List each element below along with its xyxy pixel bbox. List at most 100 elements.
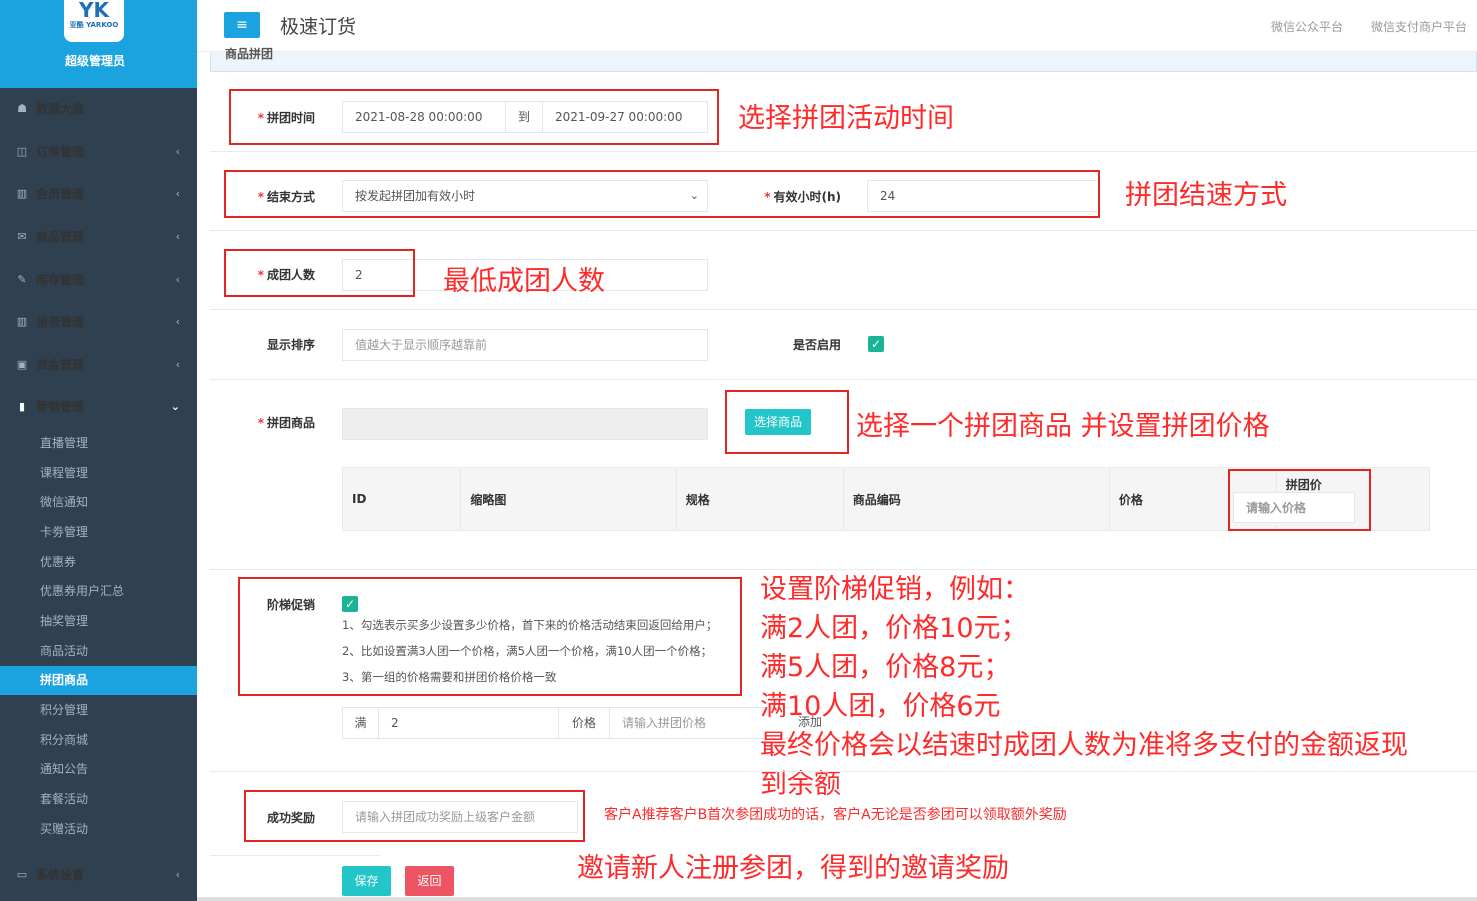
- annotation-box: [224, 170, 1100, 218]
- sidebar-subitem-group-buy[interactable]: 拼团商品: [0, 666, 197, 695]
- sidebar-item-label: 会员管理: [36, 187, 85, 201]
- sidebar-subitem-coupons[interactable]: 优惠券: [0, 548, 197, 577]
- sidebar-item-members[interactable]: ▥ 会员管理 ‹: [0, 173, 197, 215]
- tier-count-input[interactable]: 2: [378, 707, 559, 739]
- divider: [210, 230, 1477, 231]
- enabled-checkbox[interactable]: ✓: [868, 336, 884, 352]
- sidebar-item-finance[interactable]: ▣ 资金管理 ‹: [0, 344, 197, 386]
- report-icon: ▥: [16, 315, 28, 328]
- sidebar-subitem-product-activity[interactable]: 商品活动: [0, 637, 197, 666]
- main-content: 商品拼团 * 拼团时间 2021-08-28 00:00:00 到 2021-09…: [197, 47, 1477, 901]
- sidebar-subitem-cards[interactable]: 卡劵管理: [0, 518, 197, 547]
- annotation-reward-note: 客户A推荐客户B首次参团成功的话，客户A无论是否参团可以领取额外奖励: [604, 807, 1067, 823]
- brand-area: YK 亚酷 YARKOO 超级管理员: [0, 0, 197, 88]
- order-icon: ◫: [16, 145, 28, 158]
- annotation-box: [224, 249, 415, 297]
- finance-icon: ▣: [16, 358, 28, 371]
- sidebar-item-label: 营销管理: [36, 400, 85, 414]
- annotation-tier-line: 最终价格会以结速时成团人数为准将多支付的金额返现: [760, 730, 1408, 761]
- sidebar-item-label: 资金管理: [36, 358, 85, 372]
- sidebar-item-inventory[interactable]: ✎ 库存管理 ‹: [0, 259, 197, 301]
- user-role-title[interactable]: 超级管理员: [0, 52, 190, 69]
- sidebar-subitem-buy-gift[interactable]: 买赠活动: [0, 815, 197, 844]
- annotation-goods: 选择一个拼团商品 并设置拼团价格: [856, 411, 1270, 442]
- annotation-box: [244, 790, 585, 842]
- chevron-left-icon: ‹: [175, 187, 180, 200]
- enabled-label: 是否启用: [792, 338, 841, 352]
- annotation-box: [725, 390, 849, 454]
- annotation-group-size: 最低成团人数: [443, 266, 605, 297]
- divider: [210, 309, 1477, 310]
- save-button[interactable]: 保存: [342, 866, 391, 896]
- sidebar-item-label: 数据大盘: [36, 102, 85, 116]
- col-thumbnail: 缩略图: [460, 467, 677, 531]
- selected-goods-input: [342, 408, 708, 440]
- sidebar-item-label: 系统设置: [36, 868, 85, 882]
- logo: YK 亚酷 YARKOO: [64, 0, 124, 42]
- menu-toggle-button[interactable]: ≡: [224, 12, 260, 38]
- sidebar-subitem-live[interactable]: 直播管理: [0, 429, 197, 458]
- annotation-tier-line: 满2人团，价格10元；: [760, 613, 1028, 644]
- sidebar-subitem-points[interactable]: 积分管理: [0, 696, 197, 725]
- dashboard-icon: ☗: [17, 102, 27, 115]
- sidebar-subitem-notices[interactable]: 通知公告: [0, 755, 197, 784]
- chevron-left-icon: ‹: [175, 273, 180, 286]
- chevron-left-icon: ‹: [175, 230, 180, 243]
- divider: [210, 379, 1477, 380]
- annotation-box: [238, 577, 742, 696]
- back-button[interactable]: 返回: [405, 866, 454, 896]
- logo-text: 亚酷 YARKOO: [69, 21, 119, 29]
- wechat-pay-merchant-link[interactable]: 微信支付商户平台: [1371, 18, 1467, 35]
- col-code: 商品编码: [842, 467, 1110, 531]
- sidebar-item-label: 报表管理: [36, 315, 85, 329]
- sidebar-item-orders[interactable]: ◫ 订单管理 ‹: [0, 131, 197, 173]
- col-id: ID: [341, 467, 462, 531]
- annotation-box: [229, 89, 719, 145]
- sidebar-subitem-course[interactable]: 课程管理: [0, 459, 197, 488]
- sidebar-subitem-wechat-notify[interactable]: 微信通知: [0, 488, 197, 517]
- panel-title: 商品拼团: [225, 47, 274, 61]
- annotation-tier-line: 满5人团，价格8元；: [760, 652, 1011, 683]
- inventory-icon: ✎: [17, 273, 27, 286]
- annotation-tier: 设置阶梯促销，例如： 满2人团，价格10元； 满5人团，价格8元； 满10人团，…: [760, 570, 1470, 804]
- sidebar-item-marketing[interactable]: ▮ 营销管理 ⌄: [0, 386, 197, 428]
- divider: [210, 855, 380, 856]
- sidebar-item-settings[interactable]: ▭ 系统设置 ‹: [0, 854, 197, 896]
- col-spec: 规格: [675, 467, 844, 531]
- page-title: 极速订货: [280, 16, 357, 38]
- group-goods-label: * 拼团商品: [257, 416, 315, 430]
- annotation-invite: 邀请新人注册参团，得到的邀请奖励: [577, 853, 1009, 884]
- sidebar-item-products[interactable]: ✉ 商品管理 ‹: [0, 216, 197, 258]
- member-icon: ▥: [16, 187, 28, 200]
- sidebar-subitem-points-mall[interactable]: 积分商城: [0, 726, 197, 755]
- chevron-left-icon: ‹: [175, 315, 180, 328]
- chevron-left-icon: ‹: [175, 358, 180, 371]
- tier-full-addon: 满: [342, 707, 379, 739]
- tier-price-addon: 价格: [558, 707, 610, 739]
- product-icon: ✉: [17, 230, 27, 243]
- sidebar-item-dashboard[interactable]: ☗ 数据大盘: [0, 88, 197, 130]
- annotation-box: [1228, 469, 1371, 531]
- annotation-end-mode: 拼团结速方式: [1125, 180, 1287, 211]
- logo-mark: YK: [79, 0, 109, 22]
- sidebar-subitem-packages[interactable]: 套餐活动: [0, 785, 197, 814]
- sort-input[interactable]: 值越大于显示顺序越靠前: [342, 329, 708, 361]
- sidebar-subitem-lottery[interactable]: 抽奖管理: [0, 607, 197, 636]
- divider: [210, 771, 1477, 772]
- annotation-tier-line: 满10人团，价格6元: [760, 691, 1001, 722]
- chevron-left-icon: ‹: [175, 145, 180, 158]
- sidebar-subitem-coupon-users[interactable]: 优惠券用户汇总: [0, 577, 197, 606]
- chevron-left-icon: ‹: [175, 868, 180, 881]
- sidebar-item-label: 库存管理: [36, 273, 85, 287]
- panel-header: 商品拼团: [210, 47, 1477, 72]
- marketing-icon: ▮: [18, 400, 26, 413]
- top-header: ≡ 极速订货 微信公众平台 微信支付商户平台: [197, 0, 1477, 52]
- monitor-icon: ▭: [16, 868, 28, 881]
- wechat-official-link[interactable]: 微信公众平台: [1271, 18, 1343, 35]
- annotation-tier-line: 设置阶梯促销，例如：: [760, 574, 1030, 605]
- divider: [210, 151, 1477, 152]
- horizontal-scrollbar[interactable]: [197, 897, 1477, 901]
- sidebar-item-reports[interactable]: ▥ 报表管理 ‹: [0, 301, 197, 343]
- chevron-down-icon: ⌄: [170, 400, 180, 413]
- sidebar-item-label: 商品管理: [36, 230, 85, 244]
